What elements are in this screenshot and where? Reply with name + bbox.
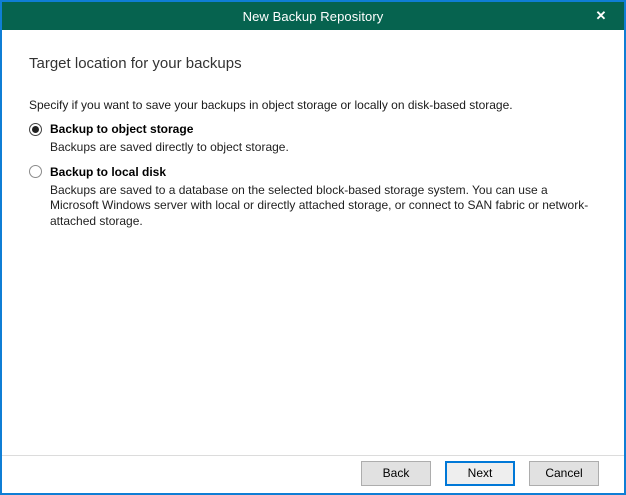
- intro-text: Specify if you want to save your backups…: [29, 98, 596, 113]
- option-description: Backups are saved to a database on the s…: [50, 183, 596, 230]
- page-title: Target location for your backups: [29, 54, 596, 74]
- dialog-window: New Backup Repository ✕ Target location …: [0, 0, 626, 495]
- title-bar: New Backup Repository ✕: [2, 2, 624, 30]
- window-title: New Backup Repository: [243, 9, 384, 24]
- option-local-disk: Backup to local disk Backups are saved t…: [29, 164, 596, 230]
- option-object-storage: Backup to object storage Backups are sav…: [29, 121, 596, 156]
- cancel-button[interactable]: Cancel: [529, 461, 599, 486]
- back-button[interactable]: Back: [361, 461, 431, 486]
- radio-backup-local-disk[interactable]: Backup to local disk: [29, 164, 596, 180]
- footer-button-bar: Back Next Cancel: [2, 455, 624, 493]
- radio-backup-object-storage[interactable]: Backup to object storage: [29, 121, 596, 137]
- option-label: Backup to local disk: [50, 164, 166, 180]
- close-icon: ✕: [596, 8, 607, 24]
- radio-selected-icon[interactable]: [29, 123, 42, 136]
- next-button[interactable]: Next: [445, 461, 515, 486]
- option-description: Backups are saved directly to object sto…: [50, 140, 596, 156]
- close-button[interactable]: ✕: [584, 2, 618, 30]
- option-label: Backup to object storage: [50, 121, 193, 137]
- wizard-page: Target location for your backups Specify…: [2, 30, 624, 455]
- radio-unselected-icon[interactable]: [29, 165, 42, 178]
